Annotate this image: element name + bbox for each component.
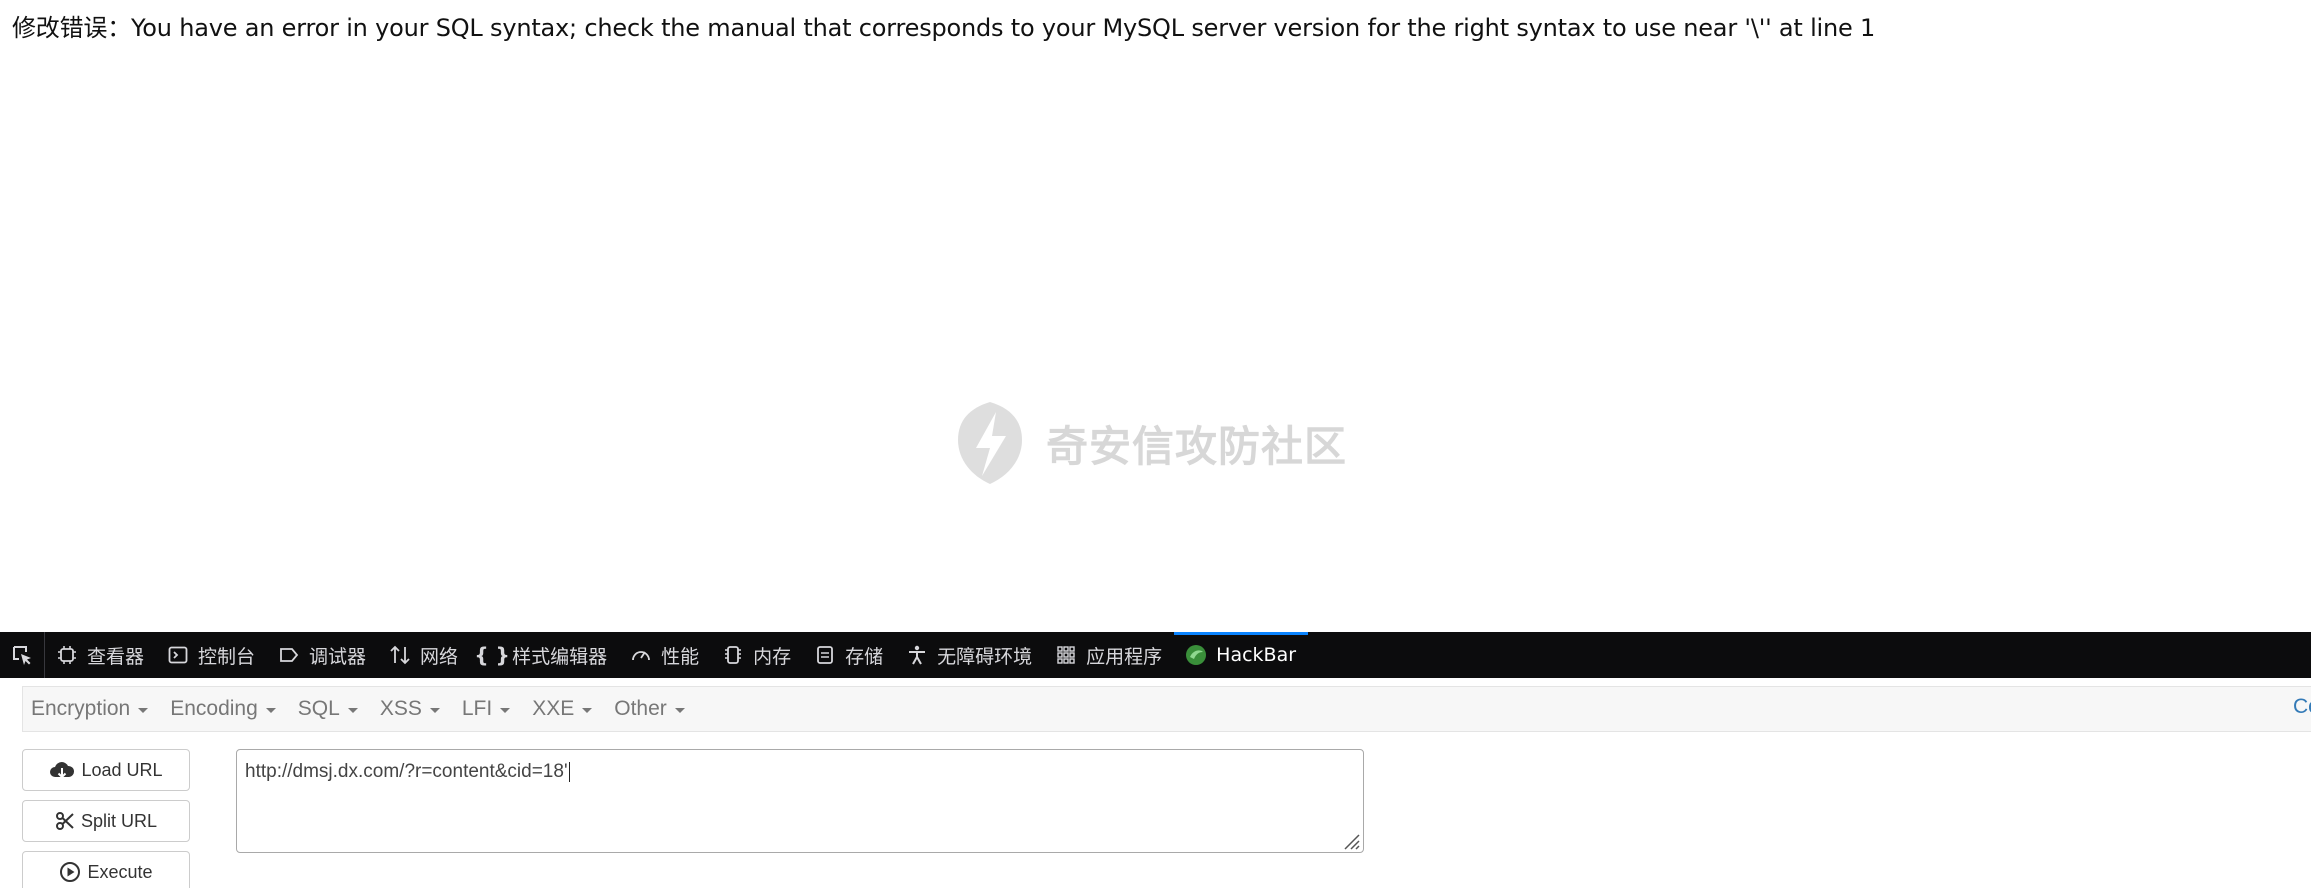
tab-memory[interactable]: 内存: [711, 632, 803, 678]
watermark-text: 奇安信攻防社区: [1046, 421, 1348, 471]
devtools-toolbar: 查看器 控制台 调试器 网络 { } 样式编辑器 性能 内存 存储 无障碍环境 …: [0, 632, 2311, 678]
element-picker-button[interactable]: [0, 632, 45, 678]
tab-hackbar-label: HackBar: [1216, 644, 1297, 666]
tab-console[interactable]: 控制台: [156, 632, 267, 678]
watermark-logo-icon: [958, 402, 1022, 484]
menu-xss[interactable]: XSS: [372, 697, 454, 721]
watermark: 奇安信攻防社区: [950, 398, 1347, 488]
caret-down-icon: [347, 707, 358, 713]
caret-down-icon: [674, 707, 685, 713]
debugger-icon: [277, 643, 301, 667]
tab-application[interactable]: 应用程序: [1044, 632, 1174, 678]
caret-down-icon: [265, 707, 276, 713]
url-input-value: http://dmsj.dx.com/?r=content&cid=18': [245, 761, 570, 783]
split-url-label: Split URL: [80, 810, 158, 831]
menu-sql-label: SQL: [297, 697, 340, 720]
tab-console-label: 控制台: [198, 645, 256, 668]
load-url-button[interactable]: Load URL: [22, 749, 190, 791]
cloud-download-icon: [49, 760, 75, 780]
menu-encryption[interactable]: Encryption: [23, 697, 162, 721]
menu-lfi[interactable]: LFI: [454, 697, 524, 721]
page: 修改错误：You have an error in your SQL synta…: [0, 0, 2311, 888]
tab-accessibility-label: 无障碍环境: [937, 645, 1033, 668]
menu-xss-label: XSS: [379, 697, 422, 720]
menu-right-link[interactable]: Co: [2293, 695, 2311, 719]
console-icon: [166, 643, 190, 667]
play-circle-icon: [59, 861, 81, 883]
tab-accessibility[interactable]: 无障碍环境: [895, 632, 1044, 678]
load-url-label: Load URL: [81, 759, 163, 780]
tab-application-label: 应用程序: [1086, 645, 1163, 668]
menu-encoding-label: Encoding: [170, 697, 258, 720]
hackbar-panel: Encryption Encoding SQL XSS LFI XXE Othe…: [0, 678, 2311, 888]
tab-performance[interactable]: 性能: [619, 632, 711, 678]
application-icon: [1054, 643, 1078, 667]
execute-button[interactable]: Execute: [22, 851, 190, 888]
storage-icon: [813, 643, 837, 667]
caret-down-icon: [582, 707, 593, 713]
tab-style-editor[interactable]: { } 样式编辑器: [470, 632, 619, 678]
performance-icon: [629, 643, 653, 667]
inspector-icon: [55, 643, 79, 667]
element-picker-icon: [13, 646, 31, 665]
execute-label: Execute: [87, 861, 153, 882]
tab-style-editor-label: 样式编辑器: [512, 645, 608, 668]
sql-error-message: 修改错误：You have an error in your SQL synta…: [12, 8, 1875, 43]
tab-storage[interactable]: 存储: [803, 632, 895, 678]
network-icon: [388, 643, 412, 667]
memory-icon: [721, 643, 745, 667]
tab-inspector[interactable]: 查看器: [45, 632, 156, 678]
menu-lfi-label: LFI: [461, 697, 493, 720]
tab-network-label: 网络: [420, 645, 459, 668]
menu-xxe[interactable]: XXE: [524, 697, 606, 721]
tab-hackbar[interactable]: HackBar: [1174, 632, 1308, 678]
menu-encoding[interactable]: Encoding: [162, 697, 290, 721]
split-url-button[interactable]: Split URL: [22, 800, 190, 842]
style-editor-icon: { }: [474, 643, 510, 667]
error-label: 修改错误：: [12, 14, 131, 42]
hackbar-menubar: Encryption Encoding SQL XSS LFI XXE Othe…: [22, 686, 2311, 732]
menu-sql[interactable]: SQL: [290, 697, 372, 721]
caret-down-icon: [138, 707, 149, 713]
menu-xxe-label: XXE: [532, 697, 575, 720]
tab-network[interactable]: 网络: [378, 632, 470, 678]
tab-performance-label: 性能: [661, 645, 700, 668]
tab-debugger[interactable]: 调试器: [267, 632, 378, 678]
text-cursor: [568, 761, 570, 782]
hackbar-icon: [1184, 643, 1208, 667]
tab-storage-label: 存储: [845, 645, 884, 668]
caret-down-icon: [429, 707, 440, 713]
resize-grip-icon[interactable]: [1340, 830, 1360, 850]
accessibility-icon: [905, 643, 929, 667]
menu-other-label: Other: [614, 697, 667, 720]
menu-other[interactable]: Other: [606, 697, 699, 721]
tab-debugger-label: 调试器: [309, 645, 367, 668]
tab-memory-label: 内存: [753, 645, 792, 668]
tab-inspector-label: 查看器: [87, 645, 145, 668]
menu-encryption-label: Encryption: [31, 697, 131, 720]
scissors-icon: [55, 811, 75, 831]
caret-down-icon: [500, 707, 511, 713]
error-text: You have an error in your SQL syntax; ch…: [131, 14, 1876, 42]
url-text: http://dmsj.dx.com/?r=content&cid=18': [245, 761, 568, 782]
